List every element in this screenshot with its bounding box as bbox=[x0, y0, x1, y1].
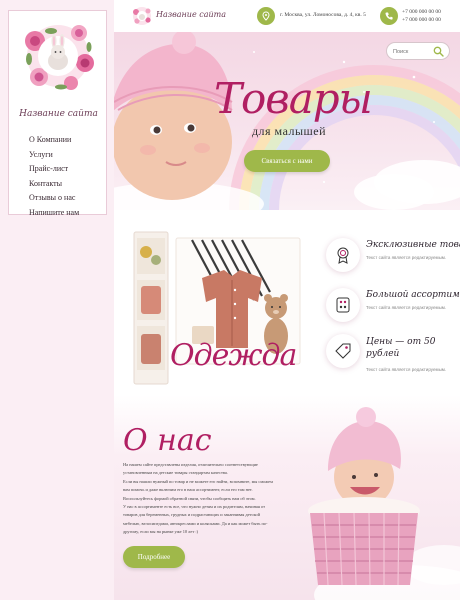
hero-banner: Товары для малышей Связаться с нами bbox=[114, 32, 460, 210]
contact-us-button[interactable]: Связаться с нами bbox=[244, 150, 330, 172]
feature-assortment: Большой ассортимент Текст сайта является… bbox=[326, 288, 460, 334]
clothing-features-section: Одежда Эксклюзивные товары Текст сайта я… bbox=[114, 210, 460, 395]
feature-text-exclusive: Текст сайта является редактируемым. bbox=[366, 255, 447, 260]
about-paragraph: другому, если мы на рынке уже 10 лет :) bbox=[123, 529, 199, 535]
price-tag-icon bbox=[326, 334, 360, 368]
location-pin-icon[interactable] bbox=[257, 7, 275, 25]
menu-item-reviews[interactable]: Отзывы о нас bbox=[29, 191, 79, 206]
bunny-flower-wreath-logo[interactable] bbox=[21, 19, 95, 93]
feature-title-prices: Цены — от 50 рублей bbox=[366, 337, 436, 359]
left-column: Название сайта О Компании Услуги Прайс-л… bbox=[0, 0, 114, 600]
search-box bbox=[386, 42, 450, 60]
header-phones: +7 000 000 00 00 +7 000 000 00 00 bbox=[402, 8, 441, 24]
about-paragraph: У нас в ассортименте есть все, что нужно… bbox=[123, 504, 266, 510]
top-header: Название сайта г. Москва, ул. Ломоносова… bbox=[114, 0, 460, 32]
menu-item-services[interactable]: Услуги bbox=[29, 148, 79, 163]
about-paragraph: мебелью, велосипедами, автокреслами и ко… bbox=[123, 520, 268, 526]
sidebar-menu: О Компании Услуги Прайс-лист Контакты От… bbox=[29, 133, 79, 221]
search-icon[interactable] bbox=[433, 46, 444, 57]
feature-prices: Цены — от 50 рублей Текст сайта является… bbox=[326, 334, 460, 380]
feature-text-prices: Текст сайта является редактируемым. bbox=[366, 367, 447, 372]
hero-subtitle: для малышей bbox=[251, 124, 327, 138]
about-paragraph: Если вы нашли нужный по товар и не может… bbox=[123, 478, 273, 484]
hero-title: Товары bbox=[214, 74, 373, 123]
award-badge-icon bbox=[326, 238, 360, 272]
search-input[interactable] bbox=[393, 46, 433, 57]
about-section: О нас На нашем сайте представлены издели… bbox=[114, 395, 460, 600]
feature-title-exclusive: Эксклюзивные товары bbox=[366, 240, 460, 250]
sidebar: Название сайта О Компании Услуги Прайс-л… bbox=[8, 10, 107, 217]
header-logo[interactable] bbox=[132, 6, 152, 26]
header-phone-2[interactable]: +7 000 000 00 00 bbox=[402, 16, 441, 24]
feature-title-assortment: Большой ассортимент bbox=[366, 290, 460, 300]
header-address: г. Москва, ул. Ломоносова, д. 4, кв. 5 bbox=[280, 12, 366, 18]
about-paragraph: установленным на детские товары стандарт… bbox=[123, 470, 228, 476]
phone-icon[interactable] bbox=[380, 7, 398, 25]
about-paragraph: товаров для беременных, грудных и подрас… bbox=[123, 512, 260, 518]
sidebar-site-name: Название сайта bbox=[19, 109, 98, 119]
header-site-name: Название сайта bbox=[156, 10, 226, 19]
header-phone-1[interactable]: +7 000 000 00 00 bbox=[402, 8, 441, 16]
menu-item-write-us[interactable]: Напишите нам bbox=[29, 206, 79, 221]
menu-item-pricelist[interactable]: Прайс-лист bbox=[29, 162, 79, 177]
about-paragraph: вам помочь и даже включим его в наш ассо… bbox=[123, 487, 253, 493]
about-paragraph: Воспользуйтесь формой обратной связи, чт… bbox=[123, 495, 256, 501]
feature-text-assortment: Текст сайта является редактируемым. bbox=[366, 305, 447, 310]
clothing-label: Одежда bbox=[170, 338, 297, 373]
onesie-icon bbox=[326, 288, 360, 322]
menu-item-contacts[interactable]: Контакты bbox=[29, 177, 79, 192]
more-button[interactable]: Подробнее bbox=[123, 546, 185, 568]
feature-exclusive: Эксклюзивные товары Текст сайта является… bbox=[326, 238, 460, 284]
about-paragraph: На нашем сайте представлены изделия, отл… bbox=[123, 462, 258, 467]
menu-item-company[interactable]: О Компании bbox=[29, 133, 79, 148]
about-title: О нас bbox=[123, 423, 212, 458]
about-text: На нашем сайте представлены изделия, отл… bbox=[123, 461, 301, 537]
